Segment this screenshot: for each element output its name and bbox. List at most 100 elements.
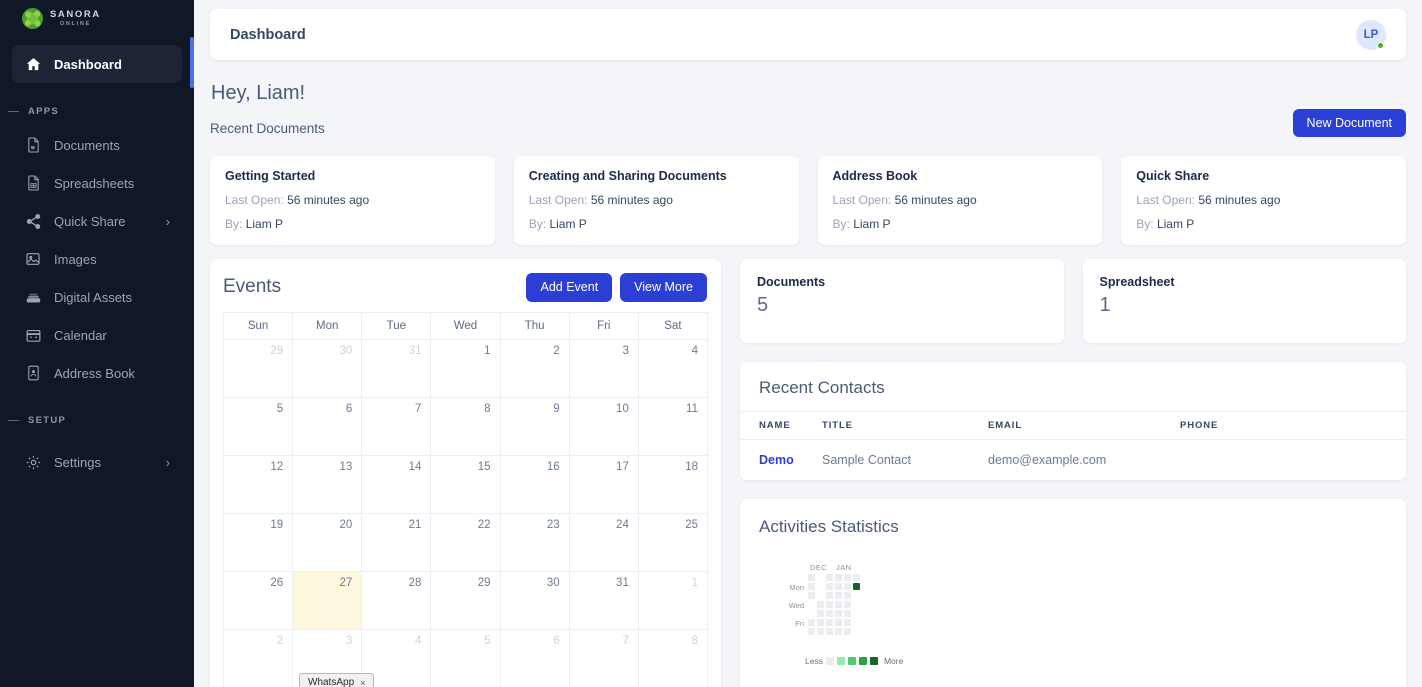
calendar-day[interactable]: 5: [430, 628, 501, 687]
calendar-day-today[interactable]: 27: [292, 570, 363, 630]
heatmap-cell[interactable]: [853, 574, 860, 581]
calendar-day[interactable]: 7: [568, 628, 639, 687]
heatmap-cell[interactable]: [808, 583, 815, 590]
calendar-day[interactable]: 3: [568, 338, 639, 398]
sidebar-item-spreadsheets[interactable]: Spreadsheets: [12, 164, 182, 202]
calendar-day[interactable]: 11: [637, 396, 709, 456]
document-card[interactable]: Quick Share Last Open: 56 minutes ago By…: [1121, 156, 1406, 245]
heatmap-cell[interactable]: [826, 628, 833, 635]
sidebar-item-quick-share[interactable]: Quick Share ›: [12, 202, 182, 240]
calendar-day[interactable]: 21: [361, 512, 432, 572]
whatsapp-tab[interactable]: WhatsApp ×: [299, 673, 375, 687]
heatmap-cell[interactable]: [826, 610, 833, 617]
calendar-day[interactable]: 8: [637, 628, 709, 687]
calendar-day[interactable]: 7: [361, 396, 432, 456]
heatmap-cell[interactable]: [826, 601, 833, 608]
calendar-day[interactable]: 2: [222, 628, 294, 687]
heatmap-cell[interactable]: [826, 592, 833, 599]
heatmap-cell[interactable]: [808, 619, 815, 626]
heatmap-cell[interactable]: [835, 583, 842, 590]
heatmap-cell[interactable]: [835, 628, 842, 635]
calendar-day[interactable]: 13: [292, 454, 363, 514]
stat-card-documents[interactable]: Documents 5: [740, 259, 1064, 343]
sidebar-item-settings[interactable]: Settings ›: [12, 443, 182, 481]
calendar-day[interactable]: 10: [568, 396, 639, 456]
topbar: Dashboard LP: [210, 9, 1406, 60]
calendar-day[interactable]: 14: [361, 454, 432, 514]
document-card[interactable]: Address Book Last Open: 56 minutes ago B…: [817, 156, 1103, 245]
document-card[interactable]: Getting Started Last Open: 56 minutes ag…: [210, 156, 495, 245]
contacts-row[interactable]: Demo Sample Contact demo@example.com: [740, 440, 1406, 481]
calendar-day[interactable]: 20: [292, 512, 363, 572]
heatmap-cell[interactable]: [808, 628, 815, 635]
heatmap-cell[interactable]: [835, 592, 842, 599]
calendar-day[interactable]: 29: [222, 338, 294, 398]
calendar-day[interactable]: 23: [499, 512, 570, 572]
calendar-day[interactable]: 30: [292, 338, 363, 398]
heatmap-cell[interactable]: [844, 583, 851, 590]
heatmap-cell[interactable]: [826, 619, 833, 626]
heatmap-cell[interactable]: [826, 574, 833, 581]
heatmap-cell[interactable]: [817, 619, 824, 626]
calendar-day[interactable]: 9: [499, 396, 570, 456]
heatmap-cell[interactable]: [835, 574, 842, 581]
heatmap-cell[interactable]: [844, 574, 851, 581]
sidebar-item-address-book[interactable]: Address Book: [12, 354, 182, 392]
calendar-day[interactable]: 31: [568, 570, 639, 630]
calendar-day[interactable]: 15: [430, 454, 501, 514]
calendar-day[interactable]: 25: [637, 512, 709, 572]
sidebar-item-images[interactable]: Images: [12, 240, 182, 278]
heatmap-cell[interactable]: [835, 601, 842, 608]
heatmap-month-label: DEC: [810, 563, 828, 572]
sidebar-item-documents[interactable]: Documents: [12, 126, 182, 164]
calendar-day[interactable]: 16: [499, 454, 570, 514]
view-more-button[interactable]: View More: [620, 273, 707, 302]
stat-card-spreadsheet[interactable]: Spreadsheet 1: [1082, 259, 1406, 343]
calendar-day[interactable]: 30: [499, 570, 570, 630]
calendar-day[interactable]: 8: [430, 396, 501, 456]
calendar-day[interactable]: 18: [637, 454, 709, 514]
avatar-wrapper[interactable]: LP: [1356, 19, 1386, 50]
close-icon[interactable]: ×: [360, 678, 365, 687]
new-document-button[interactable]: New Document: [1292, 108, 1406, 138]
calendar-day[interactable]: 19: [222, 512, 294, 572]
calendar-day[interactable]: 6: [292, 396, 363, 456]
heatmap-cell[interactable]: [844, 610, 851, 617]
calendar-day[interactable]: 26: [222, 570, 294, 630]
sidebar-item-digital-assets[interactable]: Digital Assets: [12, 278, 182, 316]
add-event-button[interactable]: Add Event: [526, 273, 613, 302]
calendar-day[interactable]: 24: [568, 512, 639, 572]
calendar-day[interactable]: 6: [499, 628, 570, 687]
calendar-day[interactable]: 17: [568, 454, 639, 514]
contacts-cell-name[interactable]: Demo: [740, 440, 822, 481]
calendar-day[interactable]: 2: [499, 338, 570, 398]
heatmap-cell[interactable]: [808, 574, 815, 581]
heatmap-cell[interactable]: [844, 601, 851, 608]
legend-less-label: Less: [805, 656, 823, 666]
calendar-day[interactable]: 5: [222, 396, 294, 456]
calendar-day[interactable]: 12: [222, 454, 294, 514]
calendar-day[interactable]: 4: [637, 338, 709, 398]
calendar-day[interactable]: 1: [637, 570, 709, 630]
document-card[interactable]: Creating and Sharing Documents Last Open…: [513, 156, 799, 245]
sidebar-item-calendar[interactable]: Calendar: [12, 316, 182, 354]
calendar-day[interactable]: 1: [430, 338, 501, 398]
brand-logo[interactable]: SANORA ONLINE: [0, 0, 194, 37]
heatmap-cell[interactable]: [853, 583, 860, 590]
heatmap-cell[interactable]: [808, 592, 815, 599]
heatmap-cell[interactable]: [826, 583, 833, 590]
heatmap-month-label: JAN: [836, 563, 852, 572]
calendar-day[interactable]: 28: [361, 570, 432, 630]
heatmap-cell[interactable]: [817, 601, 824, 608]
sidebar-item-dashboard[interactable]: Dashboard: [12, 45, 182, 83]
calendar-day[interactable]: 22: [430, 512, 501, 572]
heatmap-cell[interactable]: [844, 592, 851, 599]
heatmap-cell[interactable]: [835, 619, 842, 626]
calendar-day[interactable]: 29: [430, 570, 501, 630]
calendar-day[interactable]: 31: [361, 338, 432, 398]
heatmap-cell[interactable]: [844, 619, 851, 626]
heatmap-cell[interactable]: [835, 610, 842, 617]
heatmap-cell[interactable]: [844, 628, 851, 635]
heatmap-cell[interactable]: [817, 628, 824, 635]
heatmap-cell[interactable]: [817, 610, 824, 617]
